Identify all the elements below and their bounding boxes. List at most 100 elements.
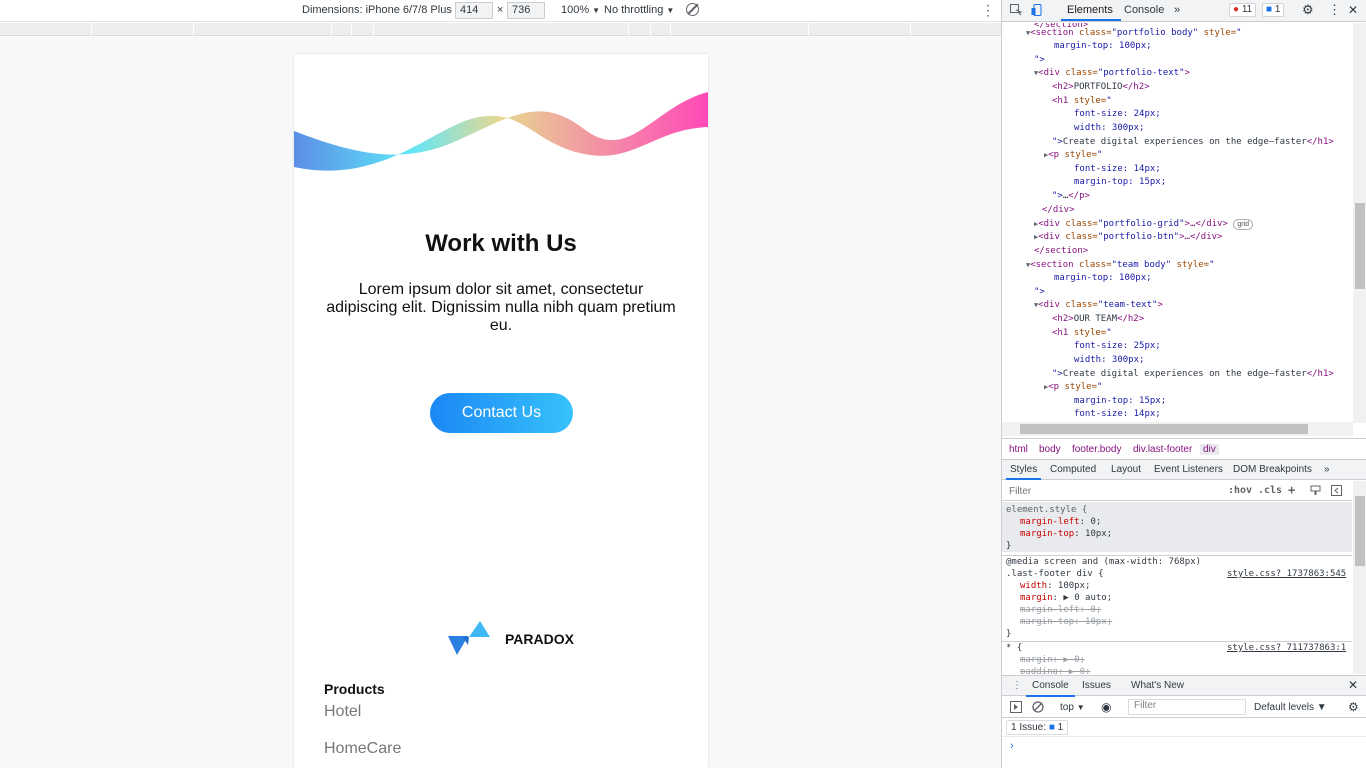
style-declaration[interactable]: margin-left: 0; [1020, 516, 1101, 528]
device-dimensions-dropdown[interactable]: Dimensions: iPhone 6/7/8 Plus▼ [302, 4, 463, 16]
tab-dom-breakpoints[interactable]: DOM Breakpoints [1233, 464, 1312, 475]
overridden-declaration[interactable]: margin-left: 0; [1020, 604, 1101, 616]
issues-chip[interactable]: 1 Issue: ■ 1 [1006, 720, 1069, 735]
width-input[interactable]: 414 [455, 2, 493, 19]
drawer-tab-console[interactable]: Console [1026, 680, 1075, 697]
drawer-tab-whats-new[interactable]: What's New [1131, 680, 1184, 691]
tree-node[interactable]: ▶<div class="portfolio-grid">…</div> gri… [1034, 218, 1253, 232]
error-count-badge[interactable]: ● 11 [1229, 3, 1257, 17]
scrollbar-thumb[interactable] [1355, 496, 1365, 566]
scrollbar-thumb[interactable] [1355, 203, 1365, 289]
throttling-dropdown[interactable]: No throttling ▼ [604, 4, 674, 16]
tab-computed[interactable]: Computed [1050, 464, 1096, 475]
sidebar-show-icon[interactable] [1010, 701, 1022, 713]
clear-console-icon[interactable] [1032, 701, 1044, 713]
tree-line: margin-top: 15px; [1074, 396, 1167, 406]
issues-label: 1 Issue: [1011, 722, 1047, 733]
rule-close: } [1006, 629, 1012, 639]
log-levels-dropdown[interactable]: Default levels ▼ [1254, 702, 1327, 713]
message-count: 1 [1274, 4, 1281, 15]
style-declaration[interactable]: margin: ▶ 0 auto; [1020, 592, 1112, 604]
tree-node[interactable]: ▼<section class="portfolio body" style=" [1026, 27, 1242, 41]
tree-line: font-size: 14px; [1074, 164, 1161, 174]
breadcrumb-div[interactable]: div [1200, 444, 1219, 455]
breadcrumb: html body footer.body div.last-footer di… [1002, 438, 1366, 460]
elements-tree[interactable]: </section> ▼<section class="portfolio bo… [1002, 23, 1352, 423]
drawer-menu-icon[interactable]: ⋮ [1012, 680, 1022, 691]
new-rule-icon[interactable]: + [1288, 483, 1295, 497]
tree-node[interactable]: ▶<div class="portfolio-btn">…</div> [1034, 231, 1222, 245]
height-input[interactable]: 736 [507, 2, 545, 19]
overridden-declaration[interactable]: margin-top: 10px; [1020, 616, 1112, 628]
stylesheet-link[interactable]: style.css?_711737863:1 [1227, 642, 1346, 654]
close-icon[interactable]: ✕ [1348, 3, 1358, 17]
tree-node[interactable]: ▶<p style=" [1044, 381, 1102, 395]
product-link-hotel[interactable]: Hotel [324, 703, 361, 721]
tree-node[interactable]: <h1 style=" [1052, 95, 1112, 109]
times-sign: × [497, 4, 504, 16]
paint-brush-icon[interactable] [1310, 485, 1321, 496]
tab-console[interactable]: Console [1124, 4, 1164, 16]
hover-state-toggle[interactable]: :hov [1228, 485, 1252, 496]
elements-horizontal-scrollbar[interactable] [1002, 422, 1353, 436]
rule-selector: * { [1006, 643, 1023, 653]
zoom-dropdown[interactable]: 100% ▼ [561, 4, 600, 16]
styles-vertical-scrollbar[interactable] [1353, 481, 1366, 674]
close-drawer-icon[interactable]: ✕ [1348, 678, 1358, 692]
tab-event-listeners[interactable]: Event Listeners [1154, 464, 1223, 475]
styles-filter-input[interactable] [1006, 483, 1220, 499]
tree-node[interactable]: ▼<section class="team body" style=" [1026, 259, 1214, 273]
media-query-ruler[interactable] [0, 23, 1001, 36]
tree-node[interactable]: ▼<div class="team-text"> [1034, 299, 1163, 313]
tab-elements[interactable]: Elements [1061, 4, 1121, 21]
more-options-icon[interactable]: ⋮ [1328, 2, 1341, 18]
style-declaration[interactable]: margin-top: 10px; [1020, 528, 1112, 540]
elements-vertical-scrollbar[interactable] [1353, 23, 1366, 423]
more-tabs-icon[interactable]: » [1174, 4, 1180, 16]
console-settings-gear-icon[interactable]: ⚙ [1348, 700, 1359, 714]
breadcrumb-last-footer[interactable]: div.last-footer [1133, 444, 1192, 455]
tree-line: margin-top: 100px; [1054, 273, 1152, 283]
tab-layout[interactable]: Layout [1111, 464, 1141, 475]
console-prompt[interactable]: › [1010, 740, 1014, 752]
contact-us-button[interactable]: Contact Us [430, 393, 573, 433]
paradox-logo-icon [448, 621, 490, 655]
tree-node[interactable]: ▼<div class="portfolio-text"> [1034, 67, 1190, 81]
message-count-badge[interactable]: ■ 1 [1262, 3, 1285, 17]
more-tabs-icon[interactable]: » [1324, 464, 1330, 475]
stylesheet-link[interactable]: style.css?_1737863:545 [1227, 568, 1346, 580]
styles-filter-row: :hov .cls + [1002, 481, 1352, 501]
tree-node[interactable]: ▶<p style=" [1044, 149, 1102, 163]
device-toggle-icon[interactable] [1031, 4, 1043, 16]
context-selector[interactable]: top ▼ [1060, 702, 1085, 713]
class-toggle[interactable]: .cls [1258, 485, 1282, 496]
tree-node[interactable]: <h2>PORTFOLIO</h2> [1052, 81, 1150, 95]
tree-node[interactable]: <h1 style=" [1052, 327, 1112, 341]
more-options-icon[interactable]: ⋮ [981, 2, 995, 19]
error-count: 11 [1241, 4, 1253, 15]
product-link-homecare[interactable]: HomeCare [324, 740, 401, 758]
breadcrumb-footer[interactable]: footer.body [1072, 444, 1121, 455]
console-filter-input[interactable]: Filter [1128, 699, 1246, 715]
grid-badge[interactable]: grid [1233, 219, 1253, 230]
drawer-tab-issues[interactable]: Issues [1082, 680, 1111, 691]
scrollbar-thumb[interactable] [1020, 424, 1308, 434]
breadcrumb-body[interactable]: body [1039, 444, 1061, 455]
settings-gear-icon[interactable]: ⚙ [1302, 2, 1314, 18]
sidebar-toggle-icon[interactable] [1331, 485, 1342, 496]
rotate-icon[interactable] [686, 3, 699, 16]
styles-pane[interactable]: element.style { margin-left: 0; margin-t… [1002, 502, 1352, 674]
tab-styles[interactable]: Styles [1005, 464, 1042, 480]
overridden-declaration[interactable]: padding: ▶ 0; [1020, 666, 1090, 674]
eye-icon[interactable]: ◉ [1101, 700, 1111, 714]
breadcrumb-html[interactable]: html [1009, 444, 1028, 455]
overridden-declaration[interactable]: margin: ▶ 0; [1020, 654, 1085, 666]
products-heading: Products [324, 681, 385, 697]
error-icon: ● [1233, 4, 1240, 15]
devtools-tabbar: Elements Console » ● 11 ■ 1 ⚙ ⋮ ✕ [1002, 0, 1366, 22]
style-declaration[interactable]: width: 100px; [1020, 580, 1090, 592]
zoom-label: 100% [561, 4, 590, 16]
tree-node[interactable]: <h2>OUR TEAM</h2> [1052, 313, 1144, 327]
inspect-icon[interactable] [1010, 4, 1022, 16]
wave-graphic [294, 92, 708, 171]
